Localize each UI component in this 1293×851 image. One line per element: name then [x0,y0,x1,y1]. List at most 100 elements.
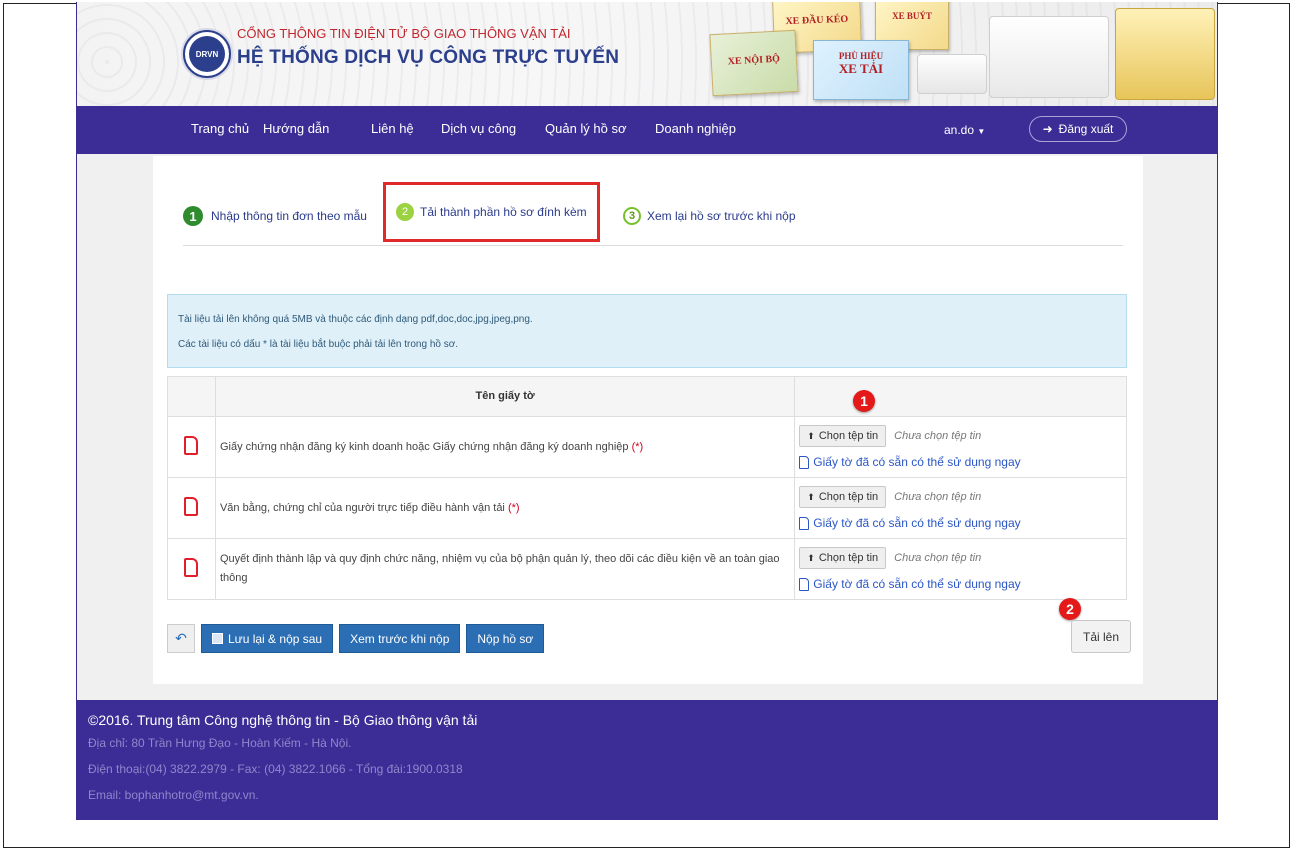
nav-home[interactable]: Trang chủ [191,121,249,136]
logo[interactable]: DRVN [183,30,231,78]
row-doc-name: Quyết định thành lập và quy định chức nă… [214,538,796,600]
sign-out-icon: ➜ [1042,122,1053,136]
submit-label: Nộp hồ sơ [477,631,534,646]
nav-business[interactable]: Doanh nghiệp [655,121,736,136]
document-outline-icon [799,516,810,530]
upload-icon: ⬆ [807,430,815,441]
main-panel: 1 Nhập thông tin đơn theo mẫu 2 Tải thàn… [153,156,1143,684]
org-name: CỔNG THÔNG TIN ĐIỆN TỬ BỘ GIAO THÔNG VẬN… [237,26,571,41]
upload-button[interactable]: Tải lên [1071,620,1131,653]
annotation-badge-2: 2 [1059,598,1081,620]
card-label: XE BUÝT [892,11,932,21]
main-navbar: Trang chủ Hướng dẫn Liên hệ Dịch vụ công… [77,106,1217,154]
table-row: Văn bằng, chứng chỉ của người trực tiếp … [167,477,1127,539]
table-row: Quyết định thành lập và quy định chức nă… [167,538,1127,600]
no-file-chosen-text: Chưa chọn tệp tin [894,552,982,564]
user-name: an.do [944,123,975,137]
required-mark: (*) [507,501,520,514]
document-outline-icon [799,577,810,591]
vehicle-banner-art: XE ĐẦU KÉO XE BUÝT XE NỘI BỘ PHÙ HIỆU XE… [707,2,1217,106]
back-button[interactable]: ↶ [167,624,195,653]
table-header-file-col [794,376,1127,417]
existing-document-label: Giấy tờ đã có sẵn có thể sử dụng ngay [813,455,1021,469]
save-later-button[interactable]: Lưu lại & nộp sau [201,624,334,653]
save-later-label: Lưu lại & nộp sau [228,631,323,646]
caret-down-icon: ▼ [977,127,986,136]
choose-file-label: Chọn tệp tin [818,491,879,503]
choose-file-button[interactable]: ⬆ Chọn tệp tin [799,547,887,569]
choose-file-button[interactable]: ⬆ Chọn tệp tin [799,486,887,508]
existing-document-link[interactable]: Giấy tờ đã có sẵn có thể sử dụng ngay [799,455,1122,469]
nav-contact[interactable]: Liên hệ [371,121,414,136]
card-phu-hieu-xe-tai: PHÙ HIỆU XE TẢI [813,40,909,100]
wizard-steps: 1 Nhập thông tin đơn theo mẫu 2 Tải thàn… [183,182,1033,246]
bus-illustration [1115,8,1215,100]
doc-name-text: Văn bằng, chứng chỉ của người trực tiếp … [219,501,505,514]
step-2-active[interactable]: 2 Tải thành phần hồ sơ đính kèm [383,182,600,242]
choose-file-button[interactable]: ⬆ Chọn tệp tin [799,425,887,447]
row-icon-cell [167,416,216,478]
row-doc-name: Giấy chứng nhận đăng ký kinh doanh hoặc … [214,416,796,478]
footer-address: Địa chỉ: 80 Trần Hưng Đạo - Hoàn Kiếm - … [88,736,352,750]
card-label: XE ĐẦU KÉO [785,13,849,28]
logout-label: Đăng xuất [1058,122,1114,136]
document-icon [184,436,199,455]
table-header-row: Tên giấy tờ [167,376,1127,417]
doc-name-text: Quyết định thành lập và quy định chức nă… [219,553,780,584]
preview-button[interactable]: Xem trước khi nộp [339,624,461,653]
upload-icon: ⬆ [807,552,815,563]
no-file-chosen-text: Chưa chọn tệp tin [894,430,982,442]
app-window: DRVN CỔNG THÔNG TIN ĐIỆN TỬ BỘ GIAO THÔN… [76,2,1218,820]
logout-button[interactable]: ➜ Đăng xuất [1029,116,1127,142]
documents-table: Tên giấy tờ Giấy chứng nhận đăng ký kinh… [167,376,1127,600]
upload-icon: ⬆ [807,491,815,502]
doc-name-text: Giấy chứng nhận đăng ký kinh doanh hoặc … [219,440,629,453]
document-icon [184,558,199,577]
choose-file-label: Chọn tệp tin [818,430,879,442]
step-number-badge: 1 [183,206,203,226]
table-header-name: Tên giấy tờ [214,376,796,417]
footer-phone: Điện thoại:(04) 3822.2979 - Fax: (04) 38… [88,762,463,776]
card-label: XE TẢI [838,61,884,76]
nav-guide[interactable]: Hướng dẫn [263,121,329,136]
header-banner: DRVN CỔNG THÔNG TIN ĐIỆN TỬ BỘ GIAO THÔN… [77,2,1217,106]
user-menu[interactable]: an.do ▼ [944,123,985,137]
step-label: Tải thành phần hồ sơ đính kèm [420,205,587,219]
step-number-badge: 3 [623,207,641,225]
action-bar: ↶ Lưu lại & nộp sau Xem trước khi nộp Nộ… [167,624,545,653]
info-line-1: Tài liệu tải lên không quá 5MB và thuộc … [178,314,533,325]
card-label: XE NỘI BỘ [727,53,781,68]
choose-file-label: Chọn tệp tin [818,552,879,564]
undo-icon: ↶ [175,630,187,646]
document-icon [184,497,199,516]
car-illustration [917,54,987,94]
required-mark: (*) [631,440,644,453]
info-line-2: Các tài liệu có dấu * là tài liệu bắt bu… [178,339,459,350]
step-3[interactable]: 3 Xem lại hồ sơ trước khi nộp [623,186,796,246]
nav-records[interactable]: Quản lý hồ sơ [545,121,627,136]
steps-divider [183,245,1123,246]
existing-document-link[interactable]: Giấy tờ đã có sẵn có thể sử dụng ngay [799,516,1122,530]
footer-email[interactable]: Email: bophanhotro@mt.gov.vn. [88,788,1208,802]
nav-public-services[interactable]: Dịch vụ công [441,121,516,136]
existing-document-link[interactable]: Giấy tờ đã có sẵn có thể sử dụng ngay [799,577,1122,591]
truck-illustration [989,16,1109,98]
step-number-badge: 2 [396,203,414,221]
logo-mark: DRVN [189,36,225,72]
row-icon-cell [167,538,216,600]
existing-document-label: Giấy tờ đã có sẵn có thể sử dụng ngay [813,516,1021,530]
table-header-icon-col [167,376,216,417]
submit-button[interactable]: Nộp hồ sơ [466,624,545,653]
row-file-cell: ⬆ Chọn tệp tin Chưa chọn tệp tin Giấy tờ… [794,477,1127,539]
document-outline-icon [799,455,810,469]
upload-info-box: Tài liệu tải lên không quá 5MB và thuộc … [167,294,1127,368]
footer-copyright: ©2016. Trung tâm Công nghệ thông tin - B… [88,712,478,728]
site-footer: ©2016. Trung tâm Công nghệ thông tin - B… [77,700,1217,820]
step-1[interactable]: 1 Nhập thông tin đơn theo mẫu [183,186,367,246]
row-file-cell: ⬆ Chọn tệp tin Chưa chọn tệp tin Giấy tờ… [794,416,1127,478]
system-title: HỆ THỐNG DỊCH VỤ CÔNG TRỰC TUYẾN [237,47,620,68]
card-xe-noi-bo: XE NỘI BỘ [709,29,799,97]
row-file-cell: ⬆ Chọn tệp tin Chưa chọn tệp tin Giấy tờ… [794,538,1127,600]
table-row: Giấy chứng nhận đăng ký kinh doanh hoặc … [167,416,1127,478]
step-label: Xem lại hồ sơ trước khi nộp [647,209,796,223]
